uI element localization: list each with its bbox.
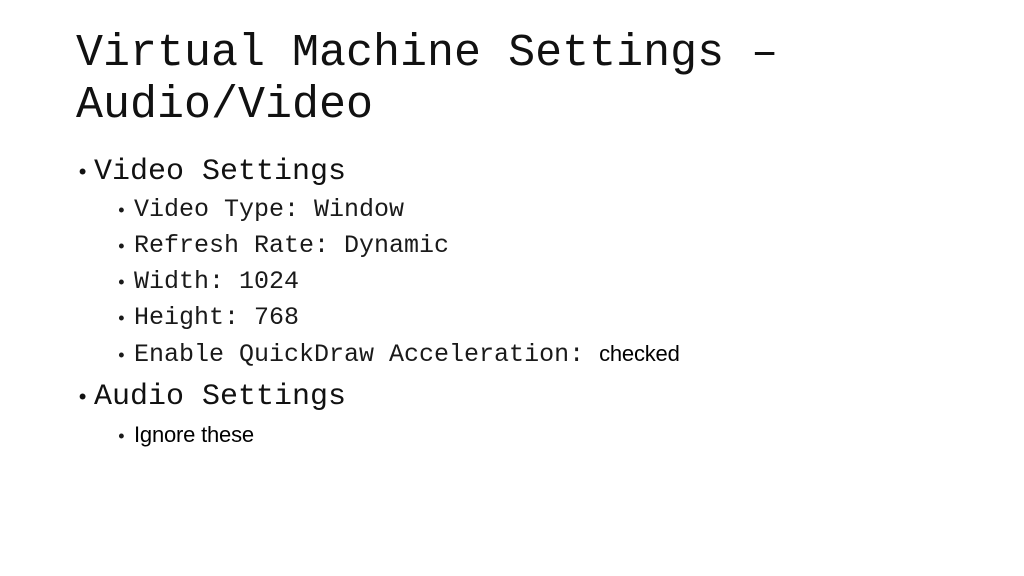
list-item-width: • Width: 1024 [116,265,996,301]
slide-title-line-1: Virtual Machine Settings – [76,28,779,79]
list-item-label: Video Settings [94,155,347,189]
bullet-icon: • [116,428,127,448]
list-item-label: Ignore these [134,422,254,447]
list-item-label: Width: 1024 [134,267,300,296]
list-item-video-type: • Video Type: Window [116,193,996,229]
slide-title-line-2: Audio/Video [76,80,374,131]
presentation-slide: Virtual Machine Settings – Audio/Video •… [0,0,1024,576]
list-item-label: Enable QuickDraw Acceleration: [134,340,600,369]
list-item-audio-settings: • Audio Settings [76,378,996,418]
slide-body-list: • Video Settings • Video Type: Window • … [76,153,996,455]
list-item-ignore-these: • Ignore these [116,418,996,455]
bullet-icon: • [116,274,127,294]
list-item-video-settings: • Video Settings [76,153,996,193]
list-item-label: Video Type: Window [134,195,405,224]
bullet-icon: • [116,310,127,330]
bullet-icon: • [76,161,90,186]
list-item-label: Refresh Rate: Dynamic [134,231,450,260]
list-item-refresh-rate: • Refresh Rate: Dynamic [116,229,996,265]
bullet-icon: • [116,202,127,222]
list-item-label: Audio Settings [94,380,347,414]
list-item-quickdraw-acceleration: • Enable QuickDraw Acceleration: checked [116,337,996,374]
bullet-icon: • [116,347,127,367]
bullet-icon: • [116,238,127,258]
list-item-label: Height: 768 [134,303,300,332]
list-item-height: • Height: 768 [116,301,996,337]
bullet-icon: • [76,386,90,411]
slide-title: Virtual Machine Settings – Audio/Video [76,28,976,132]
list-item-value-checked: checked [599,341,680,366]
